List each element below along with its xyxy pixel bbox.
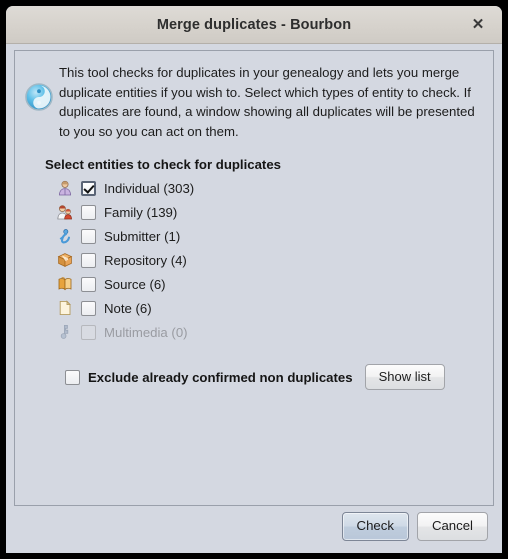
entity-label-family: Family (139): [104, 204, 178, 220]
cancel-button[interactable]: Cancel: [416, 512, 488, 541]
entity-row-note[interactable]: Note (6): [55, 296, 493, 320]
entity-checkbox-list: Individual (303) Family (139) Submitter …: [55, 176, 493, 344]
entity-row-multimedia: Multimedia (0): [55, 320, 493, 344]
entity-row-repository[interactable]: Repository (4): [55, 248, 493, 272]
checkbox-exclude-confirmed[interactable]: [65, 369, 80, 385]
entity-label-submitter: Submitter (1): [104, 228, 181, 244]
checkbox-submitter[interactable]: [81, 228, 96, 244]
source-icon: [55, 275, 75, 293]
info-section: This tool checks for duplicates in your …: [15, 51, 493, 141]
info-circle-icon: [23, 81, 55, 113]
entity-label-source: Source (6): [104, 276, 166, 292]
check-button[interactable]: Check: [341, 512, 409, 541]
entity-label-note: Note (6): [104, 300, 152, 316]
individual-icon: [55, 179, 75, 197]
entity-row-submitter[interactable]: Submitter (1): [55, 224, 493, 248]
info-text: This tool checks for duplicates in your …: [59, 65, 475, 139]
exclude-confirmed-label: Exclude already confirmed non duplicates: [88, 369, 353, 385]
window-title: Merge duplicates - Bourbon: [156, 16, 352, 33]
checkbox-source[interactable]: [81, 276, 96, 292]
section-heading: Select entities to check for duplicates: [45, 157, 281, 172]
close-icon[interactable]: ✕: [468, 15, 488, 35]
dialog-footer: Check Cancel: [6, 500, 502, 553]
family-icon: [55, 203, 75, 221]
content-frame: This tool checks for duplicates in your …: [14, 50, 494, 506]
checkbox-repository[interactable]: [81, 252, 96, 268]
entity-label-multimedia: Multimedia (0): [104, 324, 188, 340]
multimedia-icon: [55, 323, 75, 341]
entity-row-family[interactable]: Family (139): [55, 200, 493, 224]
repository-icon: [55, 251, 75, 269]
title-bar: Merge duplicates - Bourbon ✕: [6, 6, 502, 44]
checkbox-multimedia: [81, 324, 96, 340]
entity-row-source[interactable]: Source (6): [55, 272, 493, 296]
checkbox-note[interactable]: [81, 300, 96, 316]
entity-label-repository: Repository (4): [104, 252, 187, 268]
show-list-button[interactable]: Show list: [364, 364, 445, 391]
checkbox-family[interactable]: [81, 204, 96, 220]
entity-row-individual[interactable]: Individual (303): [55, 176, 493, 200]
note-icon: [55, 299, 75, 317]
entity-label-individual: Individual (303): [104, 180, 195, 196]
submitter-icon: [55, 227, 75, 245]
dialog-body: This tool checks for duplicates in your …: [6, 44, 502, 506]
checkbox-individual[interactable]: [81, 180, 96, 196]
merge-duplicates-dialog: Merge duplicates - Bourbon ✕ This tool c…: [6, 6, 502, 553]
exclude-confirmed-row: Exclude already confirmed non duplicates…: [65, 364, 493, 391]
